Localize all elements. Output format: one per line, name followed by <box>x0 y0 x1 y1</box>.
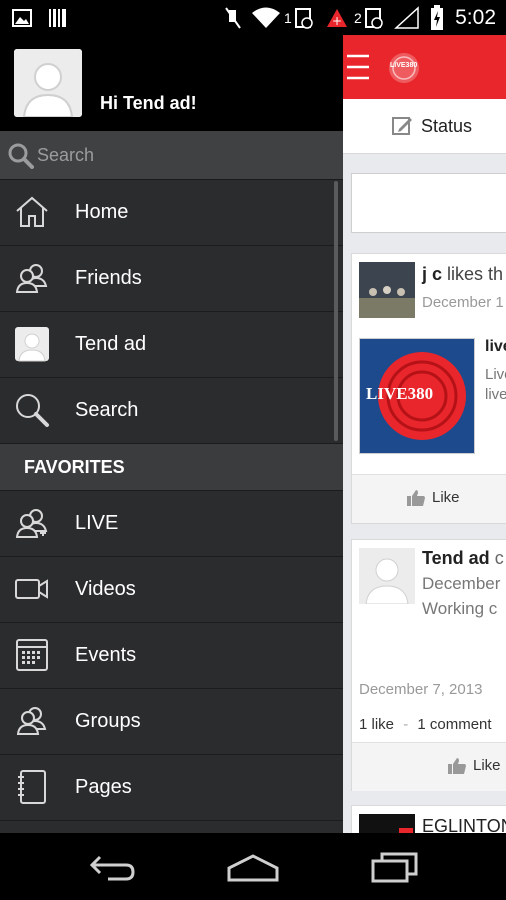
greeting-text: Hi Tend ad! <box>100 93 197 113</box>
thumbs-up-icon <box>406 489 426 512</box>
battery-icon <box>430 0 444 35</box>
link-description-2: live <box>485 386 506 403</box>
profile-header[interactable]: Hi Tend ad! <box>0 35 343 131</box>
clock: 5:02 <box>455 5 496 29</box>
video-camera-icon <box>14 571 50 607</box>
nav-item-profile[interactable]: Tend ad <box>0 312 343 378</box>
nav-item-label: Videos <box>75 578 136 600</box>
link-description-1: Live <box>485 366 506 383</box>
nav-item-events[interactable]: Events <box>0 623 343 689</box>
nav-item-label: LIVE <box>75 512 119 534</box>
sync-icon-2 <box>364 0 384 35</box>
nav-item-live[interactable]: LIVE <box>0 491 343 557</box>
search-placeholder: Search <box>37 145 95 165</box>
home-icon <box>14 194 50 230</box>
nav-item-videos[interactable]: Videos <box>0 557 343 623</box>
badge-2: 2 <box>354 9 362 26</box>
alert-icon: + <box>326 0 348 35</box>
post-author-avatar[interactable] <box>359 548 415 605</box>
search-icon <box>8 143 34 174</box>
post-author[interactable]: Tend ad <box>422 548 490 568</box>
nav-item-label: Friends <box>75 267 142 289</box>
back-icon[interactable] <box>88 853 136 886</box>
post-author-photo[interactable] <box>359 814 415 833</box>
nav-item-pages[interactable]: Pages <box>0 755 343 821</box>
nav-item-label: Home <box>75 201 129 223</box>
drawer-search-bar[interactable]: Search <box>0 131 343 180</box>
nav-item-home[interactable]: Home <box>0 180 343 246</box>
drawer-scrollbar[interactable] <box>334 181 338 441</box>
separator: - <box>403 716 409 733</box>
post-author-suffix: c <box>494 548 504 568</box>
edit-icon <box>391 115 413 142</box>
top-action-bar: LIVE380 <box>343 35 506 99</box>
link-thumbnail-logo: LIVE380 <box>366 384 434 403</box>
link-thumbnail[interactable]: LIVE380 <box>359 338 475 454</box>
app-logo[interactable]: LIVE380 <box>387 51 421 85</box>
post-date: December <box>422 574 501 593</box>
thumbs-up-icon <box>447 757 467 780</box>
post-action: likes th <box>447 264 504 284</box>
notebook-icon <box>14 769 50 805</box>
like-label: Like <box>473 757 501 774</box>
like-button[interactable]: Like <box>352 742 506 791</box>
feed-post: Tend ad c December Working c December 7,… <box>351 539 506 791</box>
post-author[interactable]: j c <box>422 264 442 284</box>
svg-text:+: + <box>332 14 342 28</box>
home-button-icon[interactable] <box>226 853 280 888</box>
status-input[interactable] <box>351 173 506 233</box>
status-label: Status <box>421 116 473 136</box>
recent-apps-icon[interactable] <box>370 851 420 888</box>
groups-icon <box>14 703 50 739</box>
nav-item-label: Pages <box>75 776 132 798</box>
status-composer-tab[interactable]: Status <box>343 99 506 154</box>
post-author-photo[interactable] <box>359 262 415 318</box>
calendar-icon <box>14 637 50 673</box>
app-logo-text: LIVE380 <box>390 62 418 69</box>
image-notification-icon <box>12 0 32 35</box>
nav-item-label: Events <box>75 644 137 666</box>
wifi-icon <box>252 0 280 35</box>
group-icon <box>14 505 50 541</box>
feed-post: EGLINTON <box>351 805 506 833</box>
nav-item-label: Groups <box>75 710 141 732</box>
favorites-header: FAVORITES <box>0 444 343 491</box>
nav-item-label: Tend ad <box>75 333 147 355</box>
post-text: Working c <box>422 599 498 618</box>
navigation-drawer: Hi Tend ad! Search Home Friends Tend ad … <box>0 35 343 833</box>
nav-item-groups[interactable]: Groups <box>0 689 343 755</box>
like-label: Like <box>432 489 460 506</box>
system-navigation-bar <box>0 833 506 900</box>
link-title[interactable]: live <box>485 338 506 356</box>
like-button[interactable]: Like <box>352 474 506 523</box>
friends-icon <box>14 260 50 296</box>
badge-1: 1 <box>284 9 292 26</box>
sync-icon <box>294 0 314 35</box>
nav-item-friends[interactable]: Friends <box>0 246 343 312</box>
like-count[interactable]: 1 like <box>359 716 394 733</box>
nav-item-search[interactable]: Search <box>0 378 343 444</box>
favorites-header-label: FAVORITES <box>24 457 125 477</box>
signal-icon <box>394 0 420 35</box>
comment-count[interactable]: 1 comment <box>417 716 491 733</box>
feed-post: j c likes th December 1 LIVE380 live Liv… <box>351 253 506 524</box>
barcode-notification-icon <box>48 0 68 35</box>
post-date: December 1 <box>422 294 504 311</box>
mute-icon <box>224 0 242 35</box>
post-author[interactable]: EGLINTON <box>422 816 506 833</box>
post-timestamp: December 7, 2013 <box>359 681 483 698</box>
avatar-icon <box>14 326 50 362</box>
menu-icon[interactable] <box>345 51 371 88</box>
avatar[interactable] <box>14 49 82 117</box>
news-feed: LIVE380 Status j c likes th December 1 L… <box>343 35 506 833</box>
search-icon <box>14 392 50 428</box>
status-bar: 1 + 2 5:02 <box>0 0 506 35</box>
nav-item-label: Search <box>75 399 139 421</box>
